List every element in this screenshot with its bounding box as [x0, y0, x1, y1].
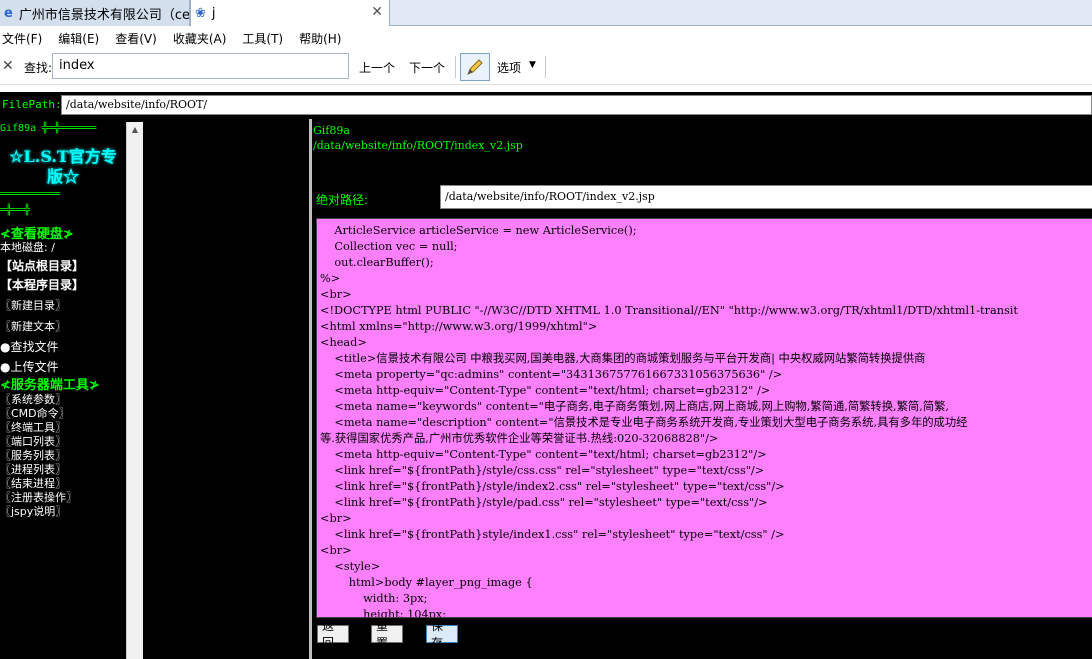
right-frame: Gif89a /data/website/info/ROOT/index_v2.…: [312, 119, 1092, 659]
gif-header: Gif89a ╬═╬══════: [0, 123, 97, 134]
new-text-link[interactable]: 〖新建文本〗: [0, 318, 66, 334]
menu-view[interactable]: 查看(V): [115, 30, 157, 47]
left-scrollbar[interactable]: ▲: [126, 122, 143, 659]
divider: [455, 56, 456, 78]
separator-line: ═╬══╬: [0, 205, 31, 216]
save-button[interactable]: 保存: [426, 619, 458, 650]
filepath-input[interactable]: /data/website/info/ROOT/: [61, 95, 1092, 115]
ie-icon: e: [4, 5, 13, 21]
signature-logo: ☆L.S.T官方专版☆: [9, 147, 117, 186]
scroll-up-icon[interactable]: ▲: [127, 122, 143, 138]
menu-favorites[interactable]: 收藏夹(A): [173, 30, 227, 47]
tool-link-jspy-help[interactable]: 〖jspy说明〗: [0, 503, 66, 519]
code-editor[interactable]: ArticleService articleService = new Arti…: [316, 218, 1092, 618]
find-bar: ✕ 查找: index 上一个 下一个 选项 ▼: [0, 50, 1092, 84]
tab-label: j: [211, 5, 216, 21]
highlight-pencil-icon[interactable]: [460, 53, 490, 81]
tab-company[interactable]: e 广州市信景技术有限公司（ce...: [0, 0, 190, 26]
back-button[interactable]: 返回: [317, 619, 349, 650]
toolbar-gap: [0, 84, 1092, 92]
tab-strip: e 广州市信景技术有限公司（ce... ❀ j ✕: [0, 0, 1092, 26]
close-icon[interactable]: ✕: [371, 4, 383, 20]
menu-help[interactable]: 帮助(H): [299, 30, 341, 47]
find-options-button[interactable]: 选项: [497, 59, 521, 76]
divider: [545, 56, 546, 78]
find-previous-button[interactable]: 上一个: [359, 59, 395, 76]
find-file-link[interactable]: ●查找文件: [0, 338, 58, 355]
tab-label: 广州市信景技术有限公司（ce...: [18, 7, 190, 23]
tab-active[interactable]: ❀ j ✕: [190, 0, 390, 26]
new-dir-link[interactable]: 〖新建目录〗: [0, 297, 66, 313]
menu-edit[interactable]: 编辑(E): [58, 30, 99, 47]
local-disk-link[interactable]: 本地磁盘: /: [0, 239, 55, 255]
leaf-icon: ❀: [195, 5, 206, 21]
menu-bar: 文件(F) 编辑(E) 查看(V) 收藏夹(A) 工具(T) 帮助(H): [0, 26, 1092, 50]
filepath-label: FilePath:: [2, 98, 62, 111]
close-findbar-icon[interactable]: ✕: [2, 58, 14, 74]
current-file-path: /data/website/info/ROOT/index_v2.jsp: [313, 139, 523, 152]
upload-file-link[interactable]: ●上传文件: [0, 358, 58, 375]
absolute-path-input[interactable]: /data/website/info/ROOT/index_v2.jsp: [440, 185, 1092, 209]
reset-button[interactable]: 重置: [371, 619, 403, 650]
find-next-button[interactable]: 下一个: [409, 59, 445, 76]
find-label: 查找:: [24, 61, 53, 75]
chevron-down-icon[interactable]: ▼: [529, 60, 536, 70]
site-root-link[interactable]: 【站点根目录】: [0, 257, 84, 274]
menu-file[interactable]: 文件(F): [2, 30, 42, 47]
gif-header: Gif89a: [313, 124, 350, 137]
left-frame: Gif89a ╬═╬══════ ☆L.S.T官方专版☆ ══════════ …: [0, 119, 143, 659]
separator-line: ══════════: [0, 189, 61, 200]
program-dir-link[interactable]: 【本程序目录】: [0, 276, 84, 293]
frame-gap: [143, 119, 309, 659]
filepath-bar: FilePath: /data/website/info/ROOT/: [0, 92, 1092, 119]
menu-tools[interactable]: 工具(T): [242, 30, 283, 47]
code-text[interactable]: ArticleService articleService = new Arti…: [320, 223, 1092, 617]
absolute-path-label: 绝对路径:: [316, 193, 369, 207]
find-input[interactable]: index: [52, 53, 349, 79]
